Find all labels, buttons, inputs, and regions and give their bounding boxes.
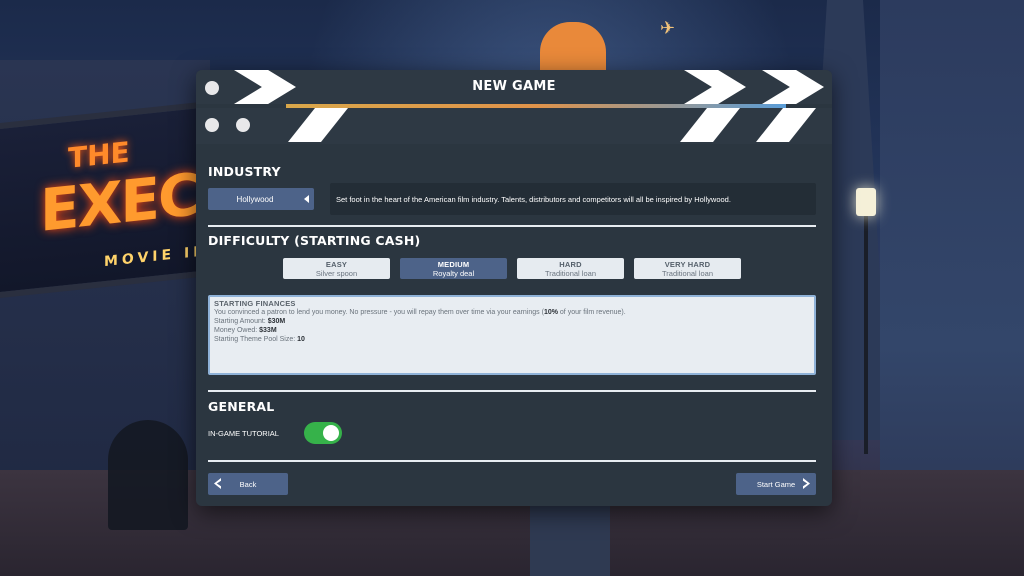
money-owed-label: Money Owed: (214, 327, 258, 334)
new-game-dialog: NEW GAME INDUSTRY Hollywood Set foot in … (196, 70, 832, 506)
tutorial-toggle[interactable] (304, 422, 342, 444)
logo-exec: EXEC (40, 160, 199, 245)
difficulty-sublabel: Traditional loan (544, 269, 596, 278)
toggle-knob (323, 425, 339, 441)
difficulty-label: HARD (559, 260, 582, 269)
money-owed-line: Money Owed: $33M (214, 326, 810, 335)
back-button[interactable]: Back (208, 473, 288, 495)
section-divider (208, 460, 816, 462)
industry-dropdown-value: Hollywood (236, 194, 274, 204)
logo-movie: MOVIE IN (104, 243, 209, 271)
difficulty-sublabel: Traditional loan (661, 269, 713, 278)
executive-legs (530, 505, 610, 576)
finances-heading: STARTING FINANCES (214, 299, 296, 308)
chevron-left-icon (214, 478, 221, 489)
start-game-button[interactable]: Start Game (736, 473, 816, 495)
difficulty-sublabel: Silver spoon (315, 269, 358, 278)
difficulty-sublabel: Royalty deal (432, 269, 475, 278)
difficulty-easy-button[interactable]: EASY Silver spoon (283, 258, 390, 279)
airplane-icon: ✈ (660, 18, 676, 38)
game-logo-sign: THE EXEC MOVIE IN (0, 100, 210, 299)
starting-amount-line: Starting Amount: $30M (214, 317, 810, 326)
finances-text: You convinced a patron to lend you money… (214, 309, 544, 316)
couple-silhouette (108, 420, 188, 530)
difficulty-hard-button[interactable]: HARD Traditional loan (517, 258, 624, 279)
theme-pool-value: 10 (297, 336, 305, 343)
section-divider (208, 390, 816, 392)
caret-left-icon (304, 195, 309, 203)
chevron-right-icon (803, 478, 810, 489)
difficulty-section-title: DIFFICULTY (STARTING CASH) (208, 233, 421, 248)
start-game-label: Start Game (756, 479, 796, 489)
starting-finances-panel: STARTING FINANCES You convinced a patron… (208, 295, 816, 375)
street-lamp-pole (864, 214, 868, 454)
finances-percent: 10% (543, 309, 558, 316)
difficulty-medium-button[interactable]: MEDIUM Royalty deal (400, 258, 507, 279)
industry-section-title: INDUSTRY (208, 164, 281, 179)
starting-amount-value: $30M (267, 318, 286, 325)
section-divider (208, 225, 816, 227)
theme-pool-label: Starting Theme Pool Size: (214, 336, 296, 343)
finances-description: You convinced a patron to lend you money… (214, 308, 810, 317)
difficulty-label: EASY (325, 260, 348, 269)
back-button-label: Back (239, 479, 257, 489)
tutorial-label: IN-GAME TUTORIAL (208, 429, 279, 438)
theme-pool-line: Starting Theme Pool Size: 10 (214, 335, 810, 344)
finances-text: of your film revenue). (557, 309, 626, 316)
dialog-title: NEW GAME (472, 79, 556, 94)
clapper-stripe (286, 104, 786, 108)
general-section-title: GENERAL (208, 399, 275, 414)
difficulty-label: VERY HARD (664, 260, 711, 269)
starting-amount-label: Starting Amount: (214, 318, 266, 325)
street-lamp (856, 188, 876, 216)
money-owed-value: $33M (259, 327, 277, 334)
industry-description: Set foot in the heart of the American fi… (330, 183, 816, 215)
industry-dropdown[interactable]: Hollywood (208, 188, 314, 210)
clapperboard-header: NEW GAME (196, 70, 832, 146)
difficulty-very-hard-button[interactable]: VERY HARD Traditional loan (634, 258, 741, 279)
difficulty-label: MEDIUM (437, 260, 470, 269)
clapper-hinge-dot (236, 118, 250, 132)
clapper-hinge-dot (205, 118, 219, 132)
